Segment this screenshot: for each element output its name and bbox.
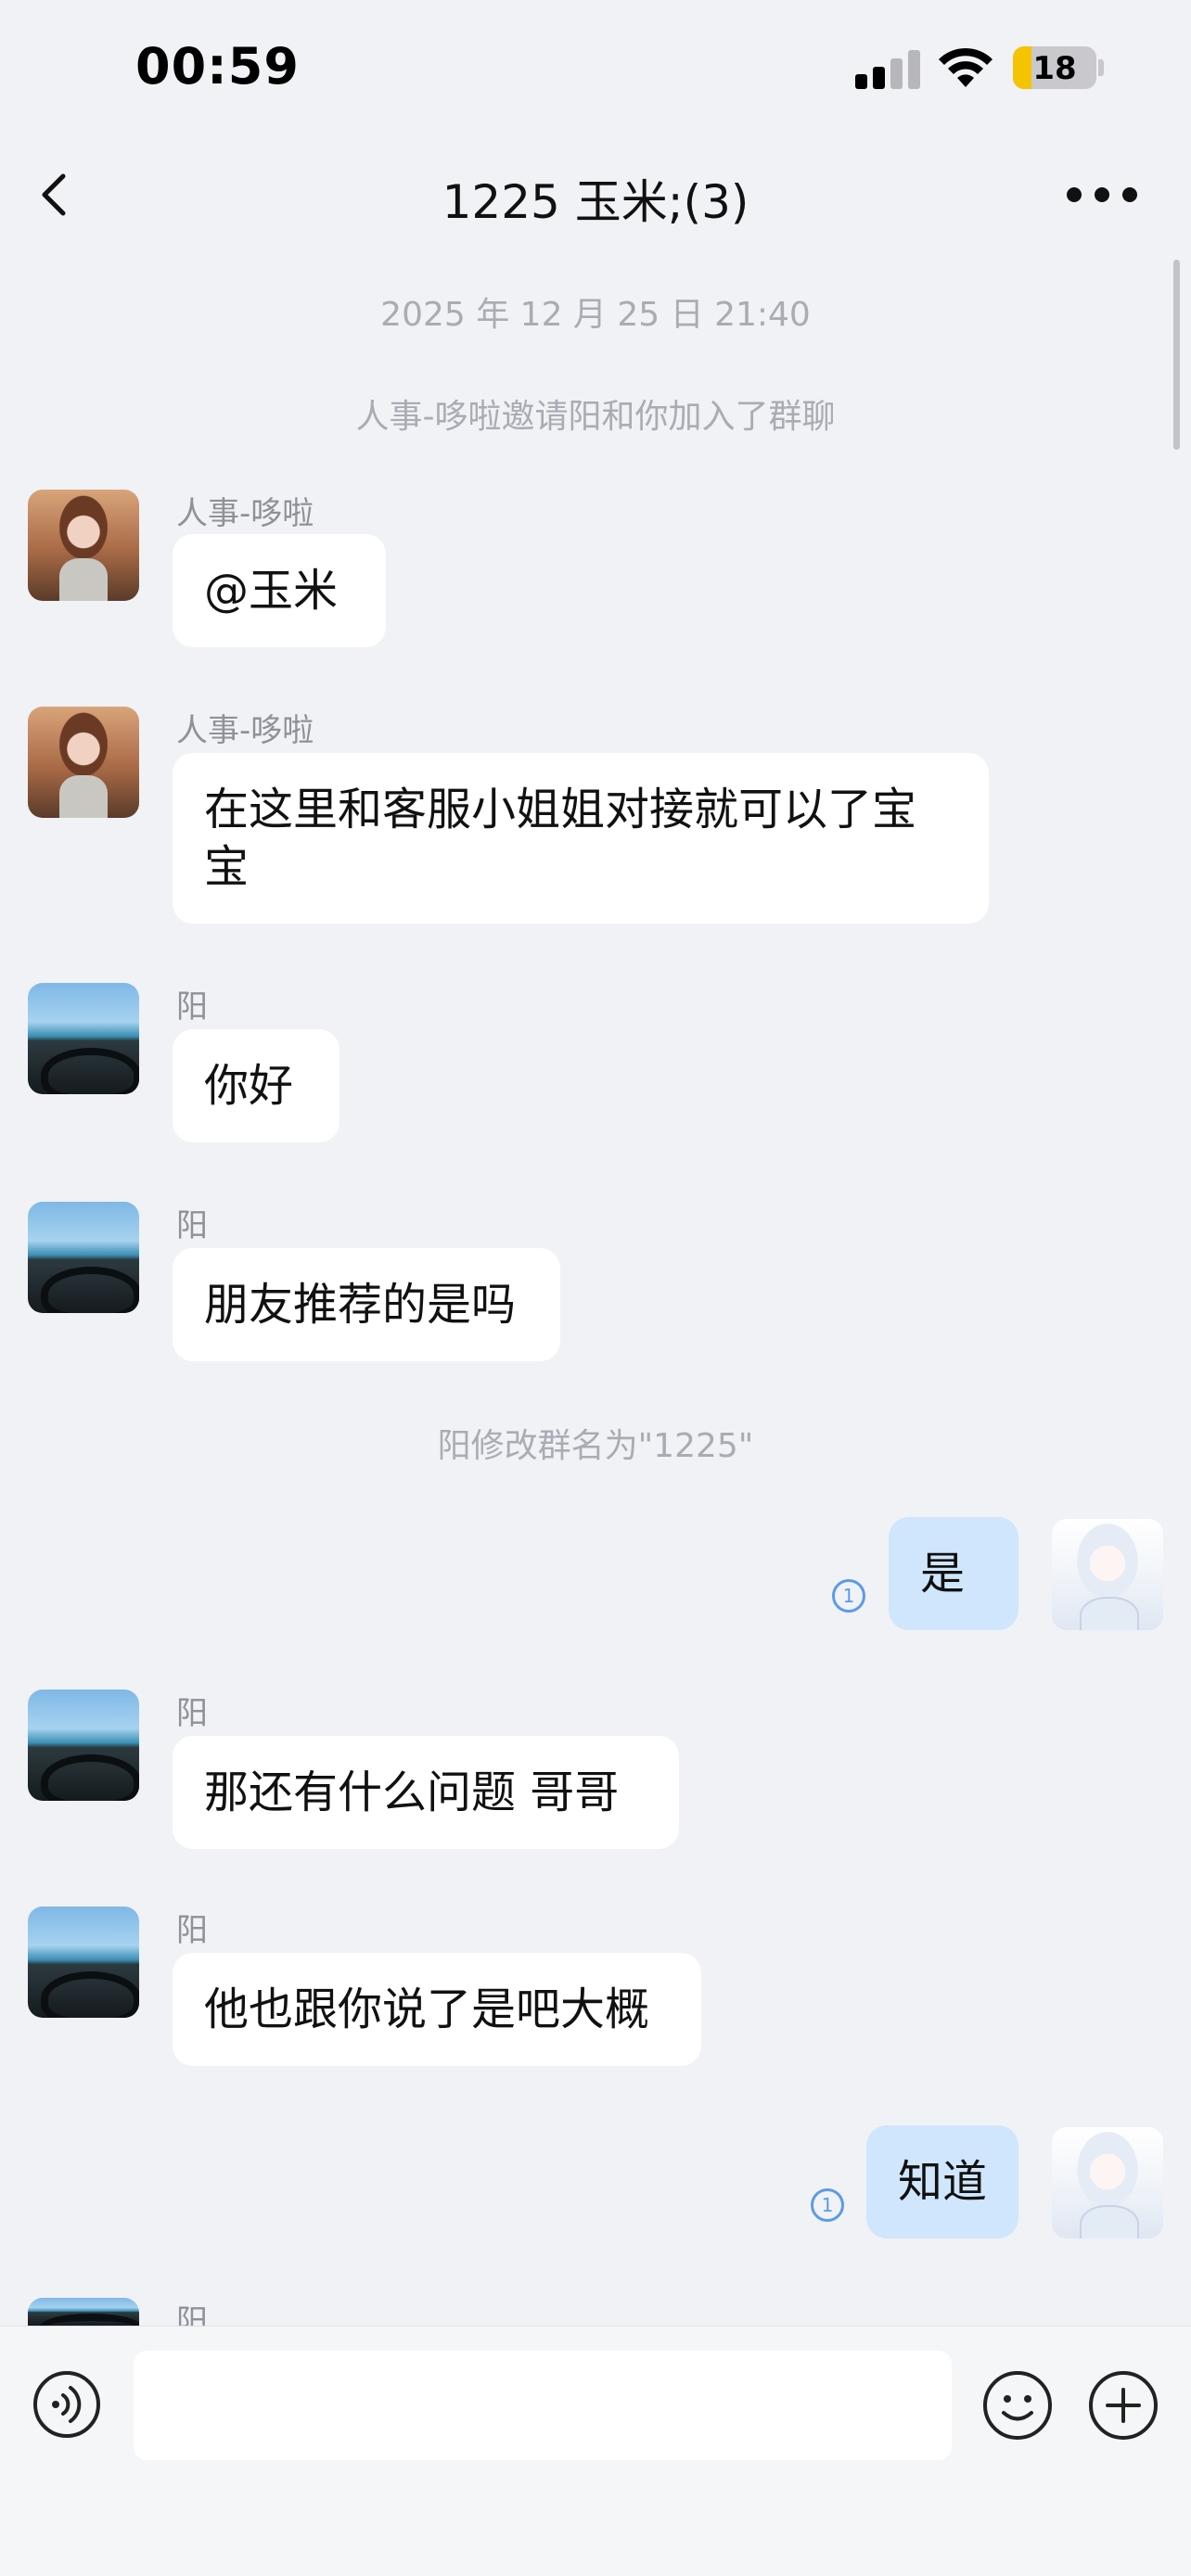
plus-icon[interactable] — [1087, 2369, 1159, 2442]
avatar[interactable] — [28, 1690, 139, 1801]
avatar[interactable] — [28, 707, 139, 818]
sender-name: 人事-哆啦 — [176, 495, 314, 532]
avatar[interactable] — [28, 983, 139, 1094]
avatar[interactable] — [28, 1202, 139, 1313]
sender-name: 阳 — [176, 1912, 208, 1949]
status-bar: 00:59 18 — [0, 0, 1191, 139]
emoji-icon[interactable] — [981, 2369, 1054, 2442]
self-message-bubble[interactable]: 知道 — [866, 2125, 1018, 2238]
battery-tip — [1098, 59, 1104, 76]
avatar[interactable] — [28, 1906, 139, 2018]
avatar[interactable] — [28, 490, 139, 601]
wifi-icon — [939, 47, 992, 87]
status-time: 00:59 — [135, 37, 300, 96]
message-bubble[interactable]: 你好 — [173, 1029, 339, 1142]
self-message-bubble[interactable]: 是 — [889, 1517, 1018, 1630]
message-bubble[interactable]: 他也跟你说了是吧大概 — [173, 1953, 701, 2066]
battery-level: 18 — [1032, 50, 1077, 87]
more-dots-icon[interactable] — [1067, 172, 1137, 217]
chat-title: 1225 玉米;(3) — [442, 175, 749, 229]
sender-name: 阳 — [176, 1695, 208, 1732]
invite-notice: 人事-哆啦邀请阳和你加入了群聊 — [355, 398, 836, 436]
read-count-icon[interactable]: 1 — [832, 1579, 865, 1613]
battery-icon: 18 — [1013, 46, 1096, 89]
nav-bar: 1225 玉米;(3) — [0, 139, 1191, 250]
voice-icon[interactable] — [32, 2369, 102, 2440]
message-input[interactable] — [134, 2351, 952, 2460]
message-bubble[interactable]: 那还有什么问题 哥哥 — [173, 1736, 679, 1849]
sender-name: 阳 — [176, 1207, 208, 1244]
message-bubble[interactable]: 在这里和客服小姐姐对接就可以了宝宝 — [173, 753, 989, 924]
composer-bar — [0, 2326, 1191, 2576]
signal-icon — [855, 48, 920, 89]
message-bubble[interactable]: 朋友推荐的是吗 — [173, 1248, 560, 1361]
sender-name: 阳 — [176, 988, 208, 1026]
timestamp-notice: 2025 年 12 月 25 日 21:40 — [380, 296, 811, 334]
self-avatar[interactable] — [1052, 1519, 1163, 1630]
sender-name: 人事-哆啦 — [176, 712, 314, 749]
message-bubble[interactable]: @玉米 — [173, 534, 386, 647]
rename-notice: 阳修改群名为"1225" — [437, 1427, 754, 1465]
self-avatar[interactable] — [1052, 2127, 1163, 2238]
avatar[interactable] — [28, 2298, 139, 2326]
read-count-icon[interactable]: 1 — [811, 2188, 844, 2222]
